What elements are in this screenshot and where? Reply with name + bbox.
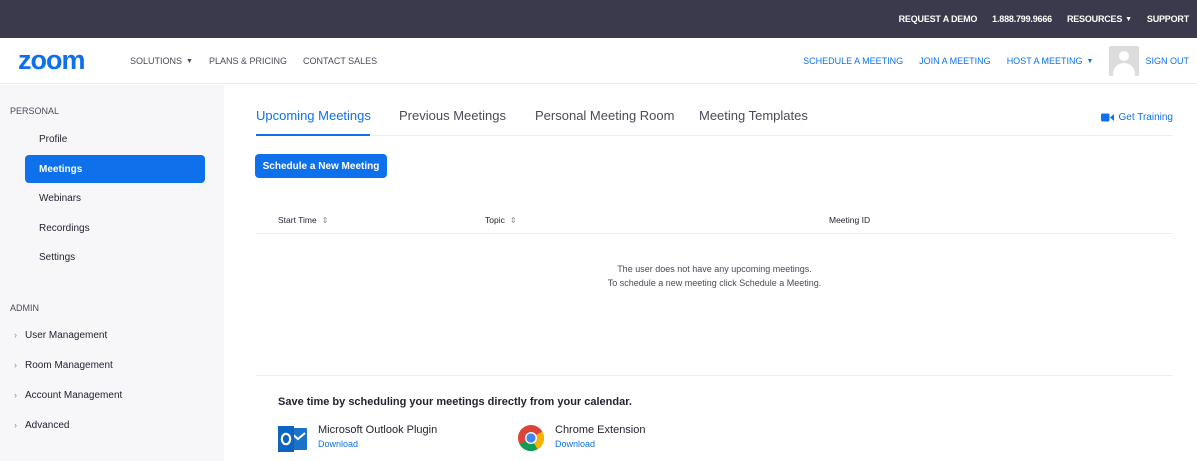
sidebar-item-room-management[interactable]: › Room Management bbox=[14, 355, 113, 375]
column-start-time[interactable]: Start Time ⇕ bbox=[278, 215, 328, 225]
chrome-extension-text: Chrome Extension Download bbox=[555, 424, 646, 452]
sidebar: PERSONAL Profile Meetings Webinars Recor… bbox=[0, 85, 224, 461]
divider bbox=[256, 375, 1173, 376]
video-camera-icon bbox=[1100, 113, 1114, 122]
plans-pricing-link[interactable]: PLANS & PRICING bbox=[209, 56, 287, 66]
sidebar-item-label: Room Management bbox=[25, 359, 113, 371]
tab-meeting-templates[interactable]: Meeting Templates bbox=[699, 108, 808, 123]
host-meeting-menu[interactable]: HOST A MEETING ▼ bbox=[1007, 56, 1094, 66]
resources-menu[interactable]: RESOURCES ▼ bbox=[1067, 14, 1132, 24]
contact-sales-link[interactable]: CONTACT SALES bbox=[303, 56, 377, 66]
primary-nav: SOLUTIONS ▼ PLANS & PRICING CONTACT SALE… bbox=[130, 38, 377, 84]
solutions-menu[interactable]: SOLUTIONS ▼ bbox=[130, 56, 193, 66]
request-demo-link[interactable]: REQUEST A DEMO bbox=[899, 14, 978, 24]
sidebar-item-label: User Management bbox=[25, 329, 108, 341]
avatar-body bbox=[1113, 63, 1136, 76]
account-nav: SCHEDULE A MEETING JOIN A MEETING HOST A… bbox=[803, 38, 1189, 84]
sidebar-item-recordings[interactable]: Recordings bbox=[39, 214, 219, 242]
sort-icon: ⇕ bbox=[321, 216, 329, 225]
admin-section-label: ADMIN bbox=[10, 303, 39, 313]
sidebar-item-profile[interactable]: Profile bbox=[39, 125, 219, 153]
outlook-icon bbox=[278, 426, 307, 452]
host-meeting-label: HOST A MEETING bbox=[1006, 56, 1083, 66]
sign-out-link[interactable]: SIGN OUT bbox=[1145, 56, 1189, 66]
resources-label: RESOURCES bbox=[1066, 14, 1123, 24]
caret-down-icon: ▼ bbox=[1125, 15, 1132, 23]
calendar-integration-title: Save time by scheduling your meetings di… bbox=[278, 396, 632, 408]
outlook-plugin: Microsoft Outlook Plugin Download bbox=[278, 424, 437, 454]
outlook-download-link[interactable]: Download bbox=[318, 439, 437, 449]
get-training-label: Get Training bbox=[1118, 112, 1173, 123]
sidebar-item-account-management[interactable]: › Account Management bbox=[14, 385, 122, 405]
caret-down-icon: ▼ bbox=[1086, 57, 1094, 65]
zoom-logo[interactable]: zoom bbox=[18, 45, 108, 77]
join-meeting-link[interactable]: JOIN A MEETING bbox=[919, 56, 991, 66]
column-topic[interactable]: Topic ⇕ bbox=[485, 215, 517, 225]
get-training-link[interactable]: Get Training bbox=[1100, 112, 1173, 123]
chevron-right-icon: › bbox=[14, 420, 17, 430]
chrome-extension-name: Chrome Extension bbox=[555, 424, 646, 436]
sidebar-item-webinars[interactable]: Webinars bbox=[39, 184, 219, 212]
tab-personal-meeting-room[interactable]: Personal Meeting Room bbox=[535, 108, 674, 123]
tab-upcoming-meetings[interactable]: Upcoming Meetings bbox=[256, 108, 371, 123]
sidebar-item-advanced[interactable]: › Advanced bbox=[14, 415, 69, 435]
sidebar-item-user-management[interactable]: › User Management bbox=[14, 325, 107, 345]
column-label: Topic bbox=[485, 215, 505, 225]
tab-previous-meetings[interactable]: Previous Meetings bbox=[399, 108, 506, 123]
column-meeting-id: Meeting ID bbox=[829, 215, 871, 225]
chrome-download-link[interactable]: Download bbox=[555, 439, 646, 449]
meetings-table-header: Start Time ⇕ Topic ⇕ Meeting ID bbox=[256, 208, 1173, 234]
meeting-tabs: Upcoming Meetings Previous Meetings Pers… bbox=[256, 100, 1173, 136]
sidebar-item-settings[interactable]: Settings bbox=[39, 243, 219, 271]
svg-text:zoom: zoom bbox=[18, 48, 85, 72]
sort-icon: ⇕ bbox=[509, 216, 517, 225]
outlook-plugin-text: Microsoft Outlook Plugin Download bbox=[318, 424, 437, 454]
chrome-icon bbox=[518, 425, 545, 452]
avatar[interactable] bbox=[1109, 46, 1140, 76]
sidebar-item-label: Advanced bbox=[25, 419, 70, 431]
empty-state-line-2: To schedule a new meeting click Schedule… bbox=[607, 278, 822, 288]
main-navigation: zoom SOLUTIONS ▼ PLANS & PRICING CONTACT… bbox=[0, 38, 1197, 84]
zoom-logo-mark: zoom bbox=[18, 45, 86, 75]
empty-state-line-1: The user does not have any upcoming meet… bbox=[617, 264, 812, 274]
chevron-right-icon: › bbox=[14, 390, 17, 400]
schedule-new-meeting-button[interactable]: Schedule a New Meeting bbox=[255, 154, 387, 178]
caret-down-icon: ▼ bbox=[186, 57, 193, 65]
phone-link[interactable]: 1.888.799.9666 bbox=[992, 14, 1052, 24]
chrome-extension: Chrome Extension Download bbox=[517, 424, 646, 452]
chevron-right-icon: › bbox=[14, 360, 17, 370]
avatar-head bbox=[1119, 51, 1130, 61]
column-label: Start Time bbox=[278, 215, 317, 225]
sidebar-item-meetings[interactable]: Meetings bbox=[25, 155, 205, 183]
outlook-plugin-name: Microsoft Outlook Plugin bbox=[318, 424, 438, 436]
chevron-right-icon: › bbox=[14, 330, 17, 340]
sidebar-item-label: Account Management bbox=[25, 389, 123, 401]
utility-links: REQUEST A DEMO 1.888.799.9666 RESOURCES … bbox=[899, 0, 1190, 38]
active-tab-indicator bbox=[256, 134, 370, 136]
solutions-label: SOLUTIONS bbox=[130, 56, 183, 66]
top-utility-bar: REQUEST A DEMO 1.888.799.9666 RESOURCES … bbox=[0, 0, 1197, 38]
personal-section-label: PERSONAL bbox=[10, 106, 60, 116]
support-link[interactable]: SUPPORT bbox=[1147, 14, 1189, 24]
schedule-meeting-link[interactable]: SCHEDULE A MEETING bbox=[803, 56, 903, 66]
